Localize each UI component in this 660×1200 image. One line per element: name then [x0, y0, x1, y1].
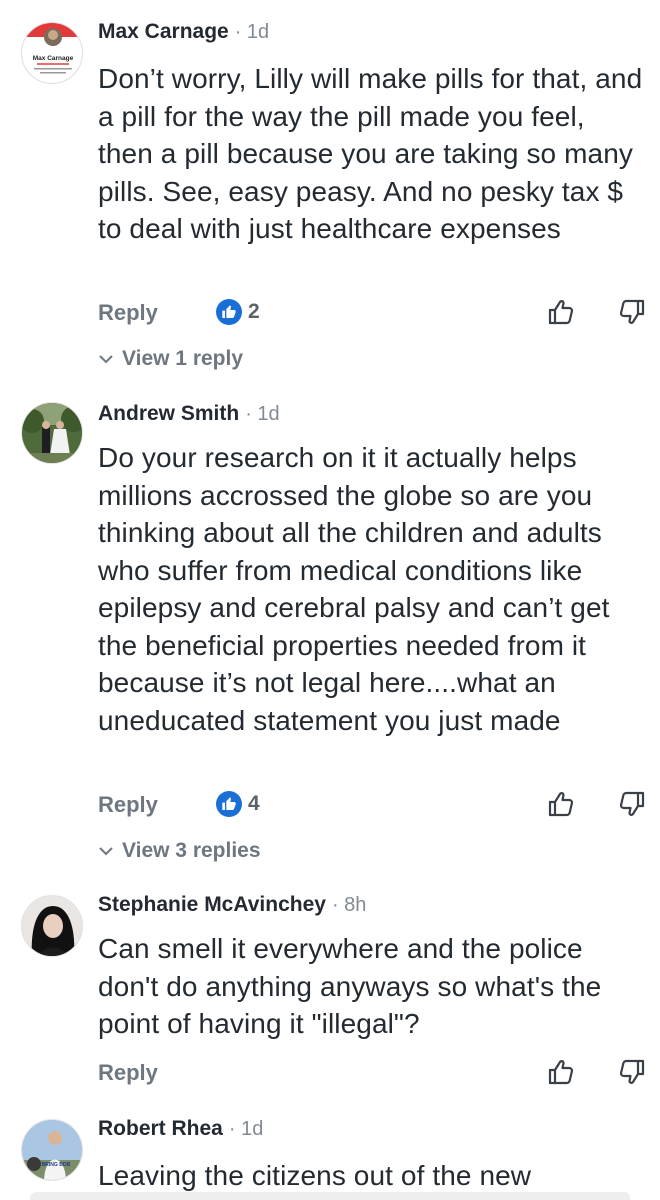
view-replies-label: View 1 reply: [122, 347, 244, 370]
timestamp: · 1d: [228, 1118, 264, 1140]
avatar-label: Max Carnage: [33, 55, 74, 62]
avatar-label: BRING BOB: [42, 1162, 71, 1168]
comment-text: Do your research on it it actually helps…: [98, 442, 610, 736]
comment-header: Max Carnage · 1d: [98, 20, 269, 52]
thumbs-up-icon[interactable]: [545, 1056, 577, 1088]
thumbs-up-icon[interactable]: [545, 788, 577, 820]
thumbs-up-icon[interactable]: [545, 296, 577, 328]
author-name[interactable]: Robert Rhea: [98, 1117, 223, 1141]
avatar[interactable]: BRING BOB: [21, 1119, 83, 1181]
reply-button[interactable]: Reply: [98, 1060, 158, 1086]
reply-button[interactable]: Reply: [98, 792, 158, 818]
portrait-photo-icon: [22, 896, 82, 956]
view-replies-label: View 3 replies: [122, 839, 261, 862]
like-summary[interactable]: 2: [216, 299, 260, 325]
comment-actions: Reply: [98, 1059, 650, 1096]
author-name[interactable]: Andrew Smith: [98, 402, 239, 426]
like-summary[interactable]: 4: [216, 791, 260, 817]
thumbs-down-icon[interactable]: [616, 296, 648, 328]
view-replies-link[interactable]: View 3 replies: [98, 839, 261, 863]
comment-text: Don’t worry, Lilly will make pills for t…: [98, 63, 643, 244]
profile-card-icon: Max Carnage: [22, 23, 82, 74]
comment-text: Leaving the citizens out of the new: [98, 1160, 532, 1191]
author-name[interactable]: Stephanie McAvinchey: [98, 893, 326, 917]
comment-actions: Reply 2: [98, 299, 650, 336]
reply-button[interactable]: Reply: [98, 300, 158, 326]
comment-header: Andrew Smith · 1d: [98, 402, 280, 434]
like-count: 4: [248, 792, 260, 815]
like-badge-icon: [216, 299, 242, 325]
like-badge-icon: [216, 791, 242, 817]
outdoor-photo-icon: BRING BOB: [22, 1120, 82, 1180]
thumbs-down-icon[interactable]: [616, 788, 648, 820]
author-name[interactable]: Max Carnage: [98, 20, 229, 44]
view-replies-link[interactable]: View 1 reply: [98, 347, 243, 371]
timestamp: · 8h: [331, 894, 367, 916]
avatar[interactable]: [21, 895, 83, 957]
comment-header: Robert Rhea · 1d: [98, 1117, 263, 1149]
chevron-down-icon: [99, 355, 113, 364]
timestamp: · 1d: [234, 21, 270, 43]
comment-actions: Reply 4: [98, 791, 650, 828]
bottom-sheet-edge: [30, 1192, 630, 1200]
avatar[interactable]: Max Carnage: [21, 22, 83, 84]
comment-text: Can smell it everywhere and the police d…: [98, 933, 602, 1039]
thumbs-down-icon[interactable]: [616, 1056, 648, 1088]
timestamp: · 1d: [245, 403, 280, 425]
comment-header: Stephanie McAvinchey · 8h: [98, 893, 366, 925]
chevron-down-icon: [99, 847, 113, 856]
avatar[interactable]: [21, 402, 83, 464]
like-count: 2: [248, 300, 260, 323]
wedding-photo-icon: [22, 403, 82, 463]
